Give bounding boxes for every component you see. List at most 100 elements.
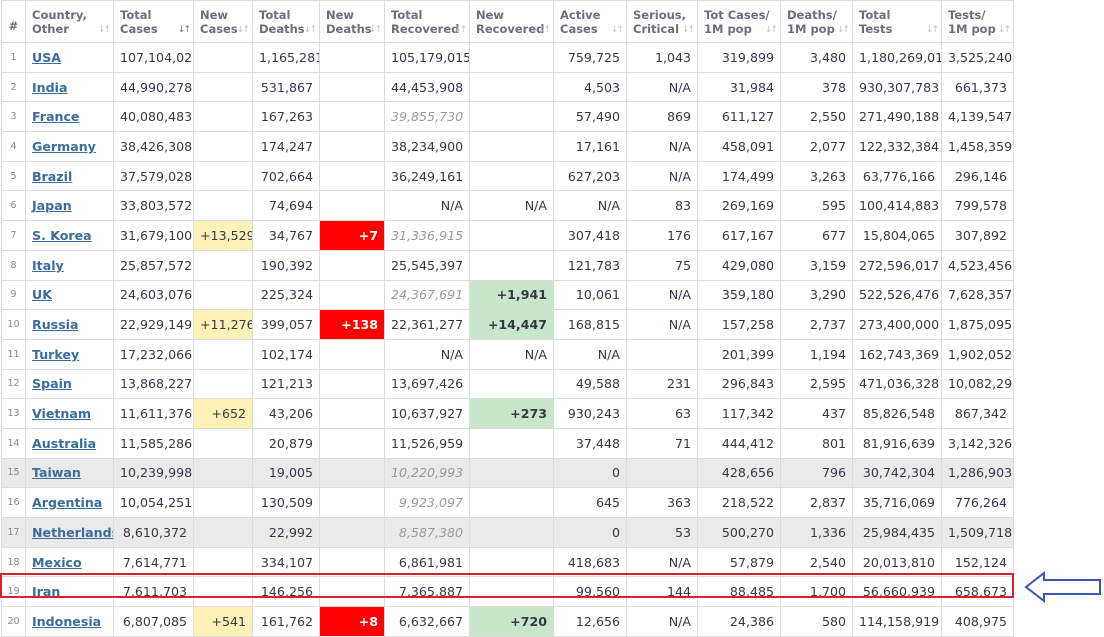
country-link[interactable]: Turkey <box>32 347 79 362</box>
new-cases-cell <box>193 576 253 608</box>
sort-arrows-icon[interactable]: ↓↑ <box>237 23 250 37</box>
new-deaths-cell <box>319 576 385 608</box>
tests-per-1m-cell: 1,458,359 <box>941 131 1014 162</box>
new-recovered-cell <box>469 101 554 133</box>
tests-per-1m-cell: 658,673 <box>941 576 1014 608</box>
sort-arrows-icon[interactable]: ↓↑ <box>926 23 939 37</box>
country-cell: Japan <box>25 190 114 222</box>
new-cases-cell: +541 <box>193 606 253 637</box>
country-link[interactable]: USA <box>32 50 61 65</box>
new-deaths-cell <box>319 131 385 162</box>
country-link[interactable]: Taiwan <box>32 465 81 480</box>
column-header-cases-per-1m[interactable]: Tot Cases/ 1M pop ↓↑ <box>697 0 781 43</box>
country-link[interactable]: Germany <box>32 139 96 154</box>
country-link[interactable]: Iran <box>32 584 60 599</box>
sort-arrows-icon[interactable]: ↓↑ <box>998 23 1011 37</box>
row-number: 4 <box>1 131 26 162</box>
column-header-deaths-per-1m[interactable]: Deaths/ 1M pop ↓↑ <box>780 0 853 43</box>
sort-arrows-icon[interactable]: ↓↑ <box>98 23 111 37</box>
country-link[interactable]: Japan <box>32 198 72 213</box>
new-deaths-cell <box>319 249 385 281</box>
column-header-total-deaths[interactable]: Total Deaths ↓↑ <box>252 0 320 43</box>
country-link[interactable]: UK <box>32 287 52 302</box>
table-row: 15 Taiwan 10,239,998 19,005 10,220,993 0 428,6… <box>1 457 1014 489</box>
country-link[interactable]: Indonesia <box>32 614 101 629</box>
deaths-per-1m-cell: 1,336 <box>780 517 853 548</box>
sort-arrows-icon[interactable]: ↓↑ <box>304 23 317 37</box>
table-row: 17 Netherlands 8,610,372 22,992 8,587,380 0 53… <box>1 517 1014 548</box>
column-header-new-deaths[interactable]: New Deaths ↓↑ <box>319 0 385 43</box>
serious-critical-cell: 363 <box>626 487 698 518</box>
table-row: 16 Argentina 10,054,251 130,509 9,923,097 645… <box>1 487 1014 518</box>
sort-arrows-icon[interactable]: ↓↑ <box>454 23 467 37</box>
serious-critical-cell: N/A <box>626 279 698 311</box>
new-cases-cell <box>193 487 253 518</box>
country-link[interactable]: S. Korea <box>32 228 92 243</box>
country-link[interactable]: Netherlands <box>32 525 113 540</box>
serious-critical-cell: N/A <box>626 131 698 162</box>
country-link[interactable]: Russia <box>32 317 78 332</box>
column-header-active-cases[interactable]: Active Cases ↓↑ <box>553 0 627 43</box>
country-link[interactable]: Australia <box>32 436 96 451</box>
country-link[interactable]: Spain <box>32 376 72 391</box>
total-tests-cell: 1,180,269,015 <box>852 42 942 73</box>
column-header-country[interactable]: Country, Other ↓↑ <box>25 0 114 43</box>
country-link[interactable]: France <box>32 109 79 124</box>
active-cases-cell: 121,783 <box>553 249 627 281</box>
sort-arrows-icon[interactable]: ↓↑ <box>538 23 551 37</box>
country-link[interactable]: Mexico <box>32 555 82 570</box>
tests-per-1m-cell: 1,902,052 <box>941 338 1014 370</box>
sort-arrows-icon[interactable]: ↓↑ <box>765 23 778 37</box>
total-recovered-cell: 10,220,993 <box>384 457 470 489</box>
serious-critical-cell: 63 <box>626 398 698 429</box>
total-cases-cell: 7,611,703 <box>113 576 194 608</box>
total-tests-cell: 162,743,369 <box>852 338 942 370</box>
total-deaths-cell: 161,762 <box>252 606 320 637</box>
total-recovered-cell: 9,923,097 <box>384 487 470 518</box>
active-cases-cell: N/A <box>553 338 627 370</box>
country-link[interactable]: Argentina <box>32 495 102 510</box>
column-header-label: Tot Cases/ 1M pop <box>704 7 770 36</box>
column-header-label: Total Recovered <box>391 7 460 36</box>
country-link[interactable]: Vietnam <box>32 406 91 421</box>
sort-arrows-icon[interactable]: ↓↑ <box>178 23 191 37</box>
new-deaths-cell <box>319 42 385 73</box>
country-cell: Spain <box>25 368 114 400</box>
country-cell: USA <box>25 42 114 73</box>
country-link[interactable]: Italy <box>32 258 64 273</box>
row-number: 3 <box>1 101 26 133</box>
cases-per-1m-cell: 88,485 <box>697 576 781 608</box>
country-link[interactable]: Brazil <box>32 169 72 184</box>
column-header-num: # <box>1 0 26 43</box>
column-header-serious-critical[interactable]: Serious, Critical ↓↑ <box>626 0 698 43</box>
sort-arrows-icon[interactable]: ↓↑ <box>611 23 624 37</box>
new-deaths-cell: +8 <box>319 606 385 637</box>
tests-per-1m-cell: 4,139,547 <box>941 101 1014 133</box>
country-link[interactable]: India <box>32 80 67 95</box>
table-row: 3 France 40,080,483 167,263 39,855,730 57,490… <box>1 101 1014 133</box>
country-cell: Indonesia <box>25 606 114 637</box>
country-cell: Australia <box>25 427 114 459</box>
column-header-total-cases[interactable]: Total Cases ↓↑ <box>113 0 194 43</box>
column-header-new-cases[interactable]: New Cases ↓↑ <box>193 0 253 43</box>
column-header-total-tests[interactable]: Total Tests ↓↑ <box>852 0 942 43</box>
deaths-per-1m-cell: 437 <box>780 398 853 429</box>
total-deaths-cell: 174,247 <box>252 131 320 162</box>
column-header-new-recovered[interactable]: New Recovered ↓↑ <box>469 0 554 43</box>
active-cases-cell: 99,560 <box>553 576 627 608</box>
deaths-per-1m-cell: 2,077 <box>780 131 853 162</box>
column-header-tests-per-1m[interactable]: Tests/ 1M pop ↓↑ <box>941 0 1014 43</box>
total-deaths-cell: 130,509 <box>252 487 320 518</box>
sort-arrows-icon[interactable]: ↓↑ <box>837 23 850 37</box>
new-recovered-cell <box>469 487 554 518</box>
tests-per-1m-cell: 7,628,357 <box>941 279 1014 311</box>
column-header-label: New Recovered <box>476 7 545 36</box>
total-cases-cell: 31,679,100 <box>113 220 194 251</box>
total-cases-cell: 107,104,021 <box>113 42 194 73</box>
active-cases-cell: 57,490 <box>553 101 627 133</box>
row-number: 14 <box>1 427 26 459</box>
total-deaths-cell: 34,767 <box>252 220 320 251</box>
column-header-total-recovered[interactable]: Total Recovered ↓↑ <box>384 0 470 43</box>
sort-arrows-icon[interactable]: ↓↑ <box>369 23 382 37</box>
sort-arrows-icon[interactable]: ↓↑ <box>682 23 695 37</box>
